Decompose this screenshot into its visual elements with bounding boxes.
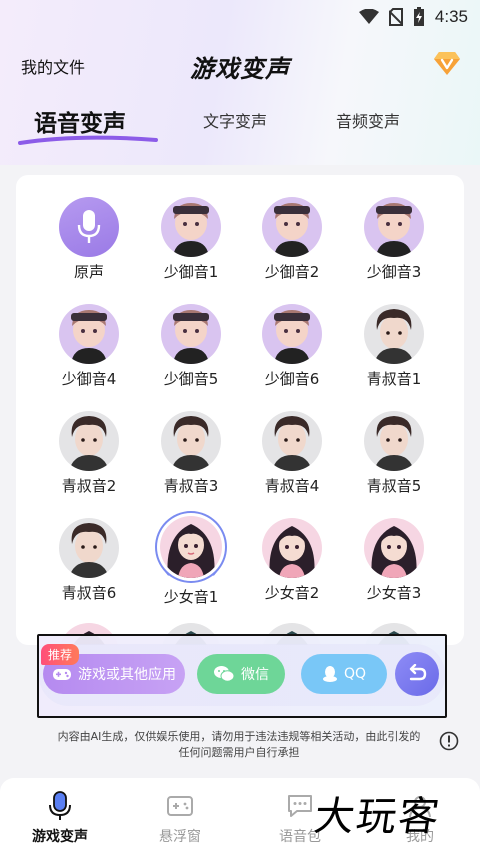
voice-item[interactable]: 少女音3 <box>349 518 439 603</box>
voice-label: 青叔音4 <box>264 477 320 495</box>
info-icon[interactable] <box>439 731 459 755</box>
voice-item[interactable]: 少女音2 <box>247 518 337 603</box>
nav-label: 游戏变声 <box>32 829 88 845</box>
voice-item[interactable]: 青叔音1 <box>349 304 439 389</box>
voice-label: 少御音4 <box>61 370 117 388</box>
girl-cap-avatar <box>364 197 424 257</box>
status-bar: 4:35 <box>0 0 480 34</box>
battery-charging-icon <box>413 7 425 27</box>
girl-cap-avatar <box>262 304 322 364</box>
man-avatar <box>262 411 322 471</box>
tab-voice-change[interactable]: 语音变声 <box>34 104 126 138</box>
recommend-badge: 推荐 <box>41 644 80 665</box>
girl-cap-avatar <box>161 197 221 257</box>
voice-item[interactable]: 少御音2 <box>247 197 337 282</box>
mic-icon <box>49 791 71 820</box>
qq-label: QQ <box>343 666 367 682</box>
voice-label: 青叔音1 <box>366 370 422 388</box>
nav-label: 悬浮窗 <box>159 829 201 845</box>
voice-label: 青叔音3 <box>163 477 219 495</box>
return-arrow-icon <box>409 664 427 681</box>
voice-label: 少女音1 <box>163 588 219 606</box>
man-avatar <box>59 518 119 578</box>
voice-item[interactable]: 青叔音6 <box>44 518 134 603</box>
mic-icon <box>77 210 101 243</box>
girl-cap-avatar <box>59 304 119 364</box>
voice-item-original[interactable]: 原声 <box>44 197 134 282</box>
voice-label: 青叔音6 <box>61 584 117 602</box>
girl-long-hair-avatar <box>262 518 322 578</box>
ai-disclaimer: 内容由AI生成，仅供娱乐使用，请勿用于违法违规等相关活动，由此引发的任何问题需用… <box>57 730 421 759</box>
girl-long-hair-avatar <box>160 516 222 578</box>
voice-item[interactable]: 少御音6 <box>247 304 337 389</box>
man-avatar <box>161 411 221 471</box>
mic-avatar <box>59 197 119 257</box>
wechat-button[interactable]: 微信 <box>197 654 285 694</box>
voice-item[interactable]: 青叔音3 <box>146 411 236 496</box>
header: 我的文件 游戏变声 <box>0 44 480 84</box>
voice-item[interactable]: 青叔音5 <box>349 411 439 496</box>
qq-button[interactable]: QQ <box>301 654 387 694</box>
voice-item[interactable]: 青叔音4 <box>247 411 337 496</box>
return-button[interactable] <box>395 652 439 696</box>
watermark: 大玩客 <box>311 794 444 840</box>
voice-label: 少御音3 <box>366 263 422 281</box>
voice-item[interactable]: 青叔音2 <box>44 411 134 496</box>
nav-game-voice[interactable]: 游戏变声 <box>20 790 100 846</box>
no-sim-icon <box>388 8 403 26</box>
page-title: 游戏变声 <box>190 55 290 83</box>
voice-label: 青叔音2 <box>61 477 117 495</box>
man-avatar <box>364 411 424 471</box>
wechat-label: 微信 <box>241 667 269 683</box>
game-app-label: 游戏或其他应用 <box>78 667 176 683</box>
active-tab-underline <box>18 135 158 145</box>
chat-bubble-icon <box>288 795 312 817</box>
nav-floating-window[interactable]: 悬浮窗 <box>140 790 220 846</box>
voice-label: 青叔音5 <box>366 477 422 495</box>
gamepad-window-icon <box>167 796 193 816</box>
diamond-v-icon[interactable] <box>433 50 461 80</box>
voice-mode-tabs: 语音变声 文字变声 音频变声 <box>0 100 480 148</box>
voice-item[interactable]: 少御音3 <box>349 197 439 282</box>
voice-grid: 原声 少御音1 少御音2 少御音3 少御音4 少御音5 少御音6 青叔音1 青叔… <box>16 175 464 645</box>
tab-audio-change[interactable]: 音频变声 <box>336 108 400 132</box>
status-time: 4:35 <box>434 7 468 26</box>
voice-label: 少女音2 <box>264 584 320 602</box>
voice-label: 少御音2 <box>264 263 320 281</box>
voice-item-selected[interactable]: 少女音1 <box>146 512 236 607</box>
man-avatar <box>364 304 424 364</box>
voice-item[interactable]: 少御音4 <box>44 304 134 389</box>
wifi-icon <box>358 9 379 25</box>
gamepad-icon <box>53 669 71 680</box>
voice-label: 少御音1 <box>163 263 219 281</box>
voice-label: 少御音5 <box>163 370 219 388</box>
tab-text-change[interactable]: 文字变声 <box>203 108 267 132</box>
qq-penguin-icon <box>322 666 337 682</box>
share-target-bar: 游戏或其他应用 推荐 微信 QQ <box>37 634 447 718</box>
voice-label: 少御音6 <box>264 370 320 388</box>
voice-item[interactable]: 少御音5 <box>146 304 236 389</box>
girl-cap-avatar <box>161 304 221 364</box>
girl-cap-avatar <box>262 197 322 257</box>
voice-label: 少女音3 <box>366 584 422 602</box>
man-avatar <box>59 411 119 471</box>
voice-label: 原声 <box>73 263 104 281</box>
girl-long-hair-avatar <box>364 518 424 578</box>
wechat-icon <box>214 666 235 682</box>
voice-item[interactable]: 少御音1 <box>146 197 236 282</box>
